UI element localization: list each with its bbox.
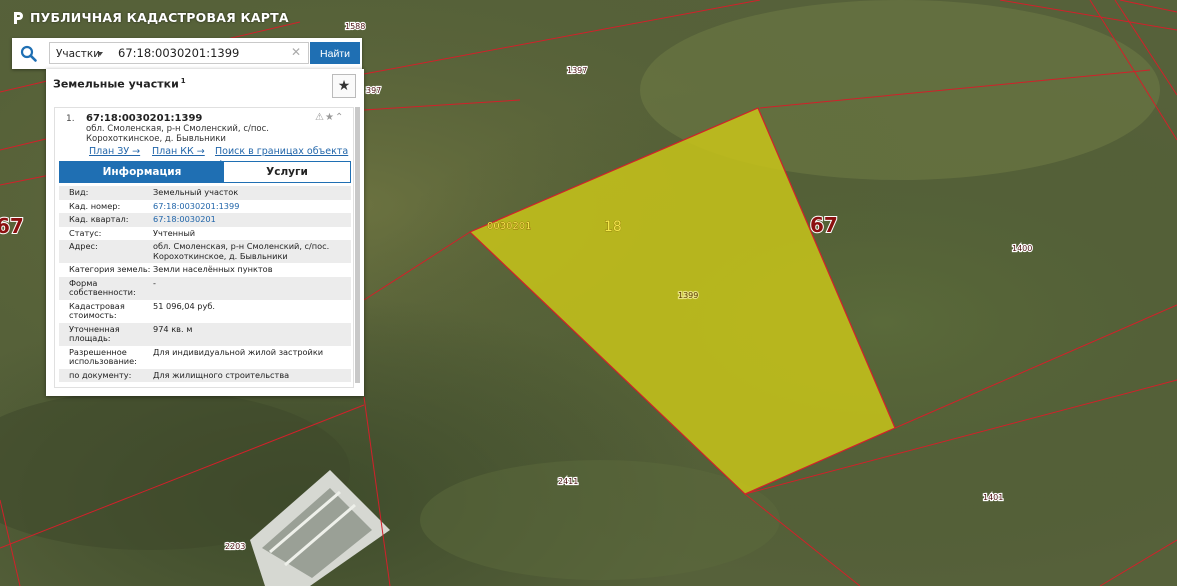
clear-icon[interactable]: ✕ bbox=[291, 46, 301, 58]
attr-row: Форма собственности: - bbox=[59, 276, 351, 300]
attr-value: 51 096,04 руб. bbox=[153, 300, 215, 311]
attr-key: по документу: bbox=[69, 369, 132, 380]
attr-row: Кадастровая стоимость: 51 096,04 руб. bbox=[59, 300, 351, 323]
attr-row: Категория земель: Земли населённых пункто… bbox=[59, 263, 351, 277]
search-bar: Участки ✕ Найти bbox=[12, 38, 362, 69]
attr-key: Уточненная площадь: bbox=[69, 323, 120, 343]
plan-kk-link[interactable]: План КК → bbox=[152, 146, 205, 157]
region-label: 67 bbox=[810, 213, 838, 237]
find-button[interactable]: Найти bbox=[310, 42, 360, 64]
tab-information[interactable]: Информация bbox=[60, 162, 224, 182]
region-label: 67 bbox=[0, 214, 24, 238]
plan-zu-link[interactable]: План ЗУ → bbox=[89, 146, 140, 157]
attr-value: - bbox=[153, 277, 156, 288]
attr-row: Уточненная площадь: 974 кв. м bbox=[59, 322, 351, 346]
attr-value: Для жилищного строительства bbox=[153, 369, 290, 380]
attr-value: обл. Смоленская, р-н Смоленский, с/пос. … bbox=[153, 241, 330, 261]
attr-key: Разрешенное использование: bbox=[69, 346, 137, 366]
attr-key: Категория земель: bbox=[69, 264, 151, 274]
warning-icon[interactable]: ⚠ bbox=[315, 112, 325, 123]
star-outline-icon[interactable]: ★ bbox=[325, 112, 335, 123]
attr-row: Вид: Земельный участок bbox=[59, 186, 351, 200]
attr-key: Вид: bbox=[69, 187, 89, 197]
attr-key: Кадастровая стоимость: bbox=[69, 300, 125, 320]
attr-key: Кад. квартал: bbox=[69, 214, 129, 224]
app-title[interactable]: ПУБЛИЧНАЯ КАДАСТРОВАЯ КАРТА bbox=[12, 10, 289, 25]
parcel-label[interactable]: 1399 bbox=[677, 290, 700, 301]
results-panel: Земельные участки 1 ★ 1. 67:18:0030201:13… bbox=[46, 69, 364, 396]
star-icon: ★ bbox=[337, 78, 351, 94]
app-title-text: ПУБЛИЧНАЯ КАДАСТРОВАЯ КАРТА bbox=[30, 10, 289, 25]
parcel-label[interactable]: 2203 bbox=[224, 541, 247, 552]
attr-row: Кад. квартал: 67:18:0030201 bbox=[59, 213, 351, 227]
attr-value: Земельный участок bbox=[153, 187, 239, 197]
results-list[interactable]: 1. 67:18:0030201:1399 обл. Смоленская, р… bbox=[54, 107, 354, 388]
attr-key: Кад. номер: bbox=[69, 200, 121, 211]
search-type-value: Участки bbox=[56, 48, 101, 60]
parcel-label[interactable]: 1588 bbox=[344, 21, 367, 32]
favorite-button[interactable]: ★ bbox=[332, 74, 356, 98]
attr-value: Земли населённых пунктов bbox=[153, 264, 273, 274]
attr-value-link[interactable]: 67:18:0030201:1399 bbox=[153, 201, 345, 212]
attributes-table: Вид: Земельный участок Кад. номер: 67:18:0… bbox=[59, 186, 351, 382]
rosreestr-logo-icon bbox=[14, 11, 23, 24]
chevron-up-icon[interactable]: ⌃ bbox=[335, 112, 344, 123]
parcel-label[interactable]: 1401 bbox=[982, 492, 1005, 503]
panel-title: Земельные участки 1 bbox=[53, 77, 186, 91]
attr-key: Адрес: bbox=[69, 241, 98, 251]
tab-services[interactable]: Услуги bbox=[224, 162, 350, 182]
attr-row: Разрешенное использование: Для индивидуал… bbox=[59, 346, 351, 369]
attr-row: по документу: Для жилищного строительства bbox=[59, 368, 351, 382]
parcel-label[interactable]: 2411 bbox=[557, 476, 580, 487]
result-index: 1. bbox=[66, 114, 75, 124]
result-count: 1 bbox=[180, 77, 186, 85]
attr-row: Кад. номер: 67:18:0030201:1399 bbox=[59, 200, 351, 214]
attr-row: Адрес: обл. Смоленская, р-н Смоленский, с… bbox=[59, 240, 351, 263]
scrollbar[interactable] bbox=[355, 107, 360, 383]
panel-title-text: Земельные участки bbox=[53, 77, 179, 91]
parcel-label[interactable]: 1397 bbox=[566, 65, 589, 76]
attr-key: Статус: bbox=[69, 227, 102, 238]
card-actions: ⚠★⌃ bbox=[315, 112, 344, 123]
attr-key: Форма собственности: bbox=[69, 277, 136, 297]
attr-value: Учтенный bbox=[153, 227, 196, 238]
card-address: обл. Смоленская, р-н Смоленский, с/пос. … bbox=[86, 124, 269, 144]
parcel-label[interactable]: 397 bbox=[365, 85, 382, 96]
attr-value: Для индивидуальной жилой застройки bbox=[153, 346, 324, 357]
district-label: 18 bbox=[604, 219, 622, 235]
search-type-select[interactable]: Участки bbox=[49, 42, 110, 64]
quarter-label: 0030201 bbox=[487, 221, 532, 232]
cadastral-number: 67:18:0030201:1399 bbox=[86, 113, 203, 124]
attr-value: 974 кв. м bbox=[153, 323, 193, 334]
search-input[interactable] bbox=[109, 42, 309, 64]
attr-value-link[interactable]: 67:18:0030201 bbox=[153, 214, 345, 225]
parcel-label[interactable]: 1400 bbox=[1011, 243, 1034, 254]
chevron-down-icon bbox=[97, 52, 103, 56]
card-tabs: Информация Услуги bbox=[59, 161, 351, 183]
attr-row: Статус: Учтенный bbox=[59, 227, 351, 241]
search-icon[interactable] bbox=[20, 45, 38, 63]
